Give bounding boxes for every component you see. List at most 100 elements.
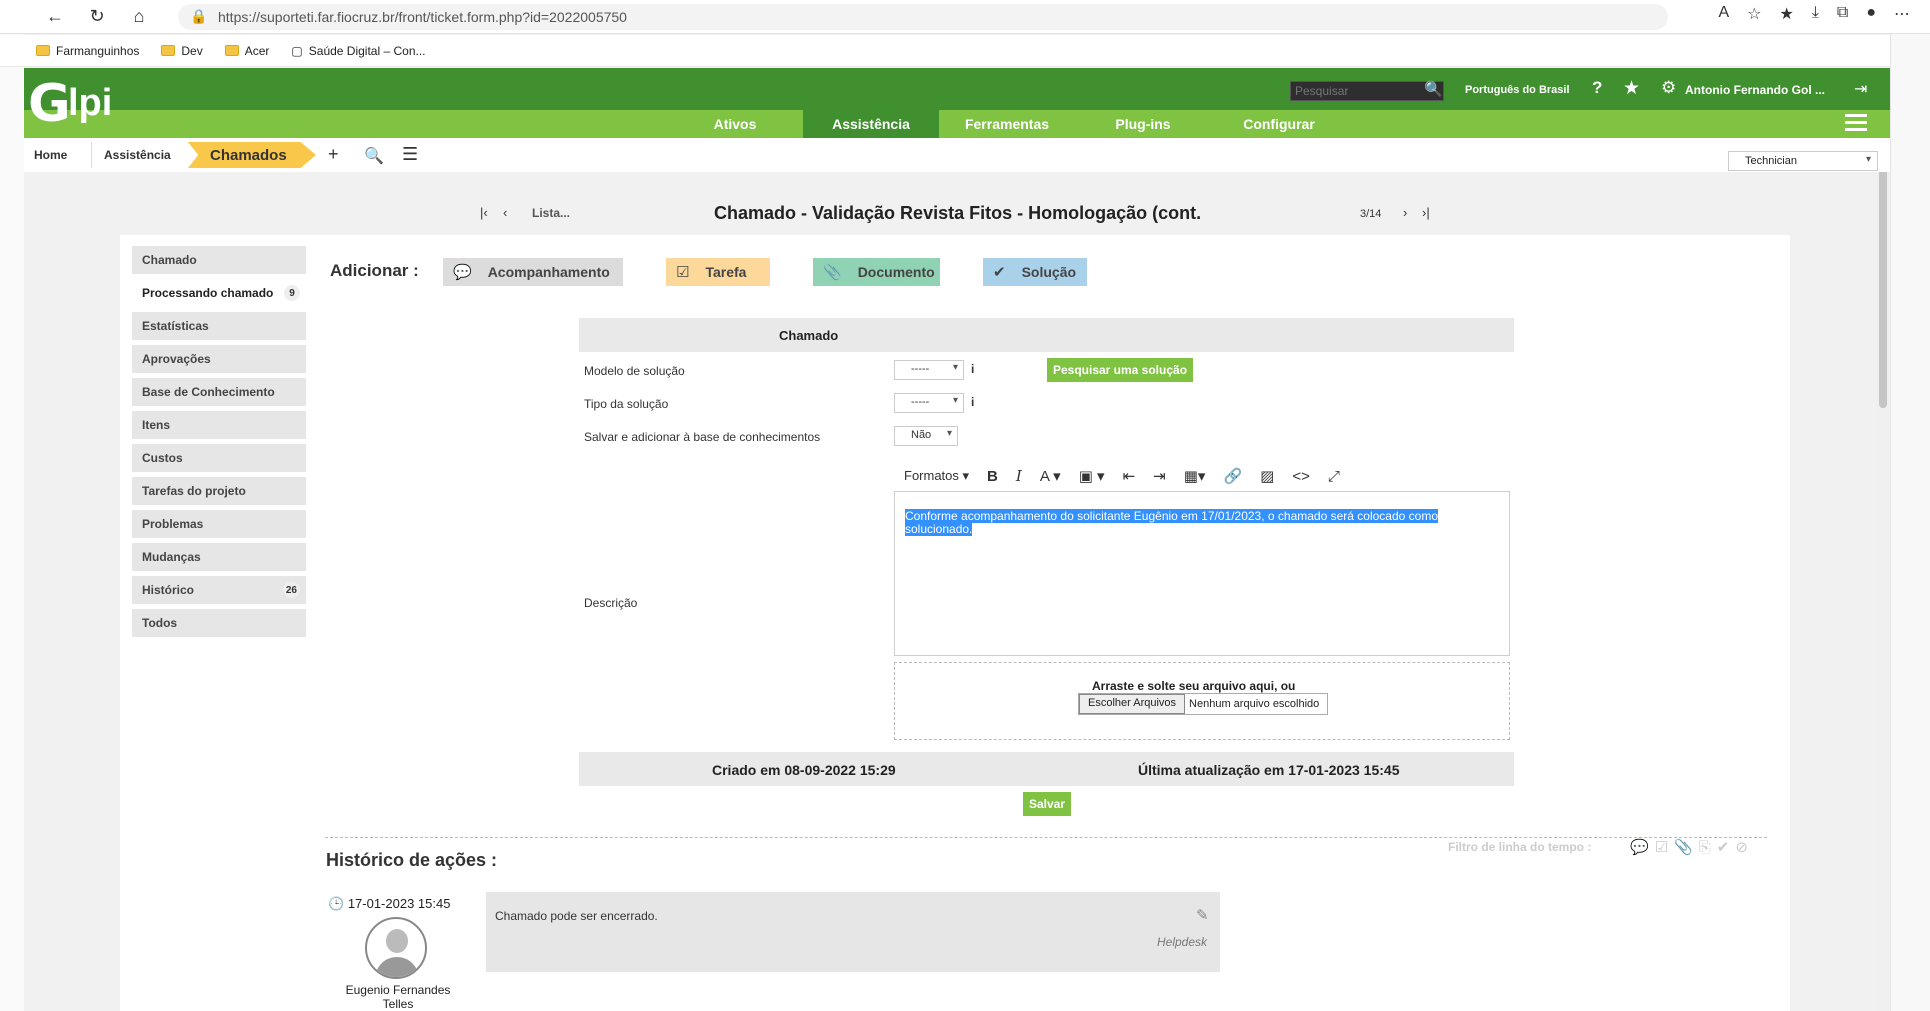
help-icon[interactable]: ? — [1592, 78, 1602, 98]
page-scrollbar[interactable] — [1876, 68, 1890, 1011]
tab-tarefas-projeto[interactable]: Tarefas do projeto — [132, 477, 306, 505]
background-color-icon[interactable]: ▣ ▾ — [1079, 467, 1105, 485]
edit-icon[interactable]: ✎ — [1196, 906, 1209, 924]
table-icon[interactable]: ▦▾ — [1184, 467, 1206, 485]
ticket-position: 3/14 — [1360, 208, 1382, 220]
more-icon[interactable]: ⋯ — [1894, 4, 1910, 24]
language-selector[interactable]: Português do Brasil — [1465, 84, 1570, 96]
search-icon[interactable]: 🔍 — [364, 146, 384, 166]
bookmark-dev[interactable]: Dev — [161, 44, 203, 58]
favorite-star-icon[interactable]: ★ — [1623, 77, 1640, 100]
first-item-icon[interactable]: |‹ — [480, 205, 488, 220]
tab-problemas[interactable]: Problemas — [132, 510, 306, 538]
breadcrumb-home[interactable]: Home — [34, 142, 67, 168]
menu-plugins[interactable]: Plug-ins — [1075, 110, 1211, 138]
gear-icon[interactable]: ⚙ — [1661, 78, 1676, 98]
tab-estatisticas[interactable]: Estatísticas — [132, 312, 306, 340]
bookmark-acer[interactable]: Acer — [224, 44, 269, 58]
timeline-filter-icons[interactable]: 💬☑📎⎘✔⊘ — [1630, 838, 1754, 856]
home-icon[interactable]: ⌂ — [124, 2, 154, 32]
breadcrumb-assistencia[interactable]: Assistência — [104, 142, 171, 168]
last-item-icon[interactable]: ›| — [1422, 205, 1430, 220]
global-search-input[interactable] — [1290, 81, 1444, 101]
choose-files-button[interactable]: Escolher Arquivos — [1079, 694, 1186, 714]
glpi-logo[interactable]: G lpi — [24, 68, 134, 138]
image-icon[interactable]: ▨ — [1260, 467, 1274, 485]
breadcrumb-separator — [78, 142, 92, 168]
add-document-button[interactable]: 📎 Documento — [813, 258, 940, 286]
bookmark-farmanguinhos[interactable]: Farmanguinhos — [36, 44, 139, 58]
tab-count-badge: 9 — [284, 285, 300, 301]
previous-item-icon[interactable]: ‹ — [503, 205, 507, 220]
breadcrumb-chamados[interactable]: Chamados — [188, 142, 316, 168]
glpi-top-bar — [24, 68, 1890, 110]
logout-icon[interactable]: ⇥ — [1854, 79, 1867, 99]
menu-ferramentas[interactable]: Ferramentas — [939, 110, 1075, 138]
add-task-button[interactable]: ☑ Tarefa — [666, 258, 770, 286]
user-menu[interactable]: Antonio Fernando Gol ... — [1685, 83, 1825, 97]
tab-processando-chamado[interactable]: Processando chamado 9 — [132, 279, 306, 307]
fullscreen-icon[interactable]: ⤢ — [1328, 468, 1340, 485]
tab-itens[interactable]: Itens — [132, 411, 306, 439]
text-color-icon[interactable]: A ▾ — [1040, 467, 1061, 485]
tab-base-conhecimento[interactable]: Base de Conhecimento — [132, 378, 306, 406]
editor-toolbar: Formatos ▾ B I A ▾ ▣ ▾ ⇤ ⇥ ▦▾ 🔗 ▨ <> ⤢ — [894, 462, 1510, 490]
formats-dropdown[interactable]: Formatos ▾ — [904, 468, 969, 484]
description-editor[interactable]: Conforme acompanhamento do solicitante E… — [894, 491, 1510, 656]
clock-icon: 🕒 — [328, 896, 348, 911]
hamburger-menu-icon[interactable] — [1845, 114, 1867, 132]
favorite-add-icon[interactable]: ☆ — [1747, 4, 1761, 24]
outdent-icon[interactable]: ⇤ — [1123, 467, 1136, 485]
indent-icon[interactable]: ⇥ — [1153, 467, 1166, 485]
history-entry-date: 🕒 17-01-2023 15:45 — [328, 896, 451, 911]
favorites-icon[interactable]: ★ — [1779, 4, 1793, 24]
tab-mudancas[interactable]: Mudanças — [132, 543, 306, 571]
list-icon[interactable]: ☰ — [402, 144, 418, 165]
search-solution-button[interactable]: Pesquisar uma solução — [1047, 358, 1193, 382]
bookmarks-bar: Farmanguinhos Dev Acer ▢ Saúde Digital – … — [0, 35, 1900, 67]
logo-g-mark: G — [28, 74, 71, 134]
profile-icon[interactable]: ● — [1866, 4, 1876, 24]
bold-icon[interactable]: B — [987, 468, 998, 485]
italic-icon[interactable]: I — [1016, 467, 1022, 485]
address-bar[interactable]: 🔒 https://suporteti.far.fiocruz.br/front… — [178, 4, 1668, 30]
history-entry-author[interactable]: Eugenio Fernandes Telles — [330, 983, 466, 1011]
search-icon[interactable]: 🔍 — [1424, 80, 1443, 98]
info-icon[interactable]: i — [971, 395, 974, 409]
extensions-icon[interactable]: ⧉ — [1837, 4, 1848, 24]
folder-icon — [36, 45, 50, 56]
save-button[interactable]: Salvar — [1023, 792, 1071, 816]
menu-list: Ativos Assistência Ferramentas Plug-ins … — [667, 110, 1347, 138]
menu-assistencia[interactable]: Assistência — [803, 110, 939, 138]
tab-custos[interactable]: Custos — [132, 444, 306, 472]
solution-template-select[interactable]: ----- — [894, 360, 964, 380]
bookmark-saude-digital[interactable]: ▢ Saúde Digital – Con... — [291, 44, 425, 58]
back-icon[interactable]: ← — [40, 2, 70, 32]
source-code-icon[interactable]: <> — [1292, 468, 1310, 485]
link-icon[interactable]: 🔗 — [1223, 467, 1242, 485]
created-date: Criado em 08-09-2022 15:29 — [712, 762, 896, 778]
folder-icon — [224, 45, 239, 56]
tab-historico[interactable]: Histórico 26 — [132, 576, 306, 604]
checkbox-icon: ☑ — [676, 264, 690, 281]
profile-select[interactable]: Technician — [1728, 151, 1878, 171]
next-item-icon[interactable]: › — [1403, 205, 1407, 220]
list-link[interactable]: Lista... — [532, 206, 570, 220]
menu-ativos[interactable]: Ativos — [667, 110, 803, 138]
add-solution-button[interactable]: ✔ Solução — [983, 258, 1087, 286]
tab-aprovacoes[interactable]: Aprovações — [132, 345, 306, 373]
read-aloud-icon[interactable]: A — [1718, 4, 1729, 24]
add-followup-button[interactable]: 💬 Acompanhamento — [443, 258, 623, 286]
tab-todos[interactable]: Todos — [132, 609, 306, 637]
add-icon[interactable]: + — [328, 144, 339, 165]
info-icon[interactable]: i — [971, 362, 974, 376]
file-input[interactable]: Escolher Arquivos Nenhum arquivo escolhi… — [1078, 693, 1328, 715]
menu-configurar[interactable]: Configurar — [1211, 110, 1347, 138]
refresh-icon[interactable]: ↻ — [82, 2, 112, 32]
downloads-icon[interactable]: ⤓ — [1812, 4, 1819, 24]
history-entry-source: Helpdesk — [1157, 935, 1208, 949]
solution-type-select[interactable]: ----- — [894, 393, 964, 413]
browser-toolbar: ← ↻ ⌂ 🔒 https://suporteti.far.fiocruz.br… — [0, 0, 1930, 34]
tab-chamado[interactable]: Chamado — [132, 246, 306, 274]
save-kb-select[interactable]: Não — [894, 426, 958, 446]
